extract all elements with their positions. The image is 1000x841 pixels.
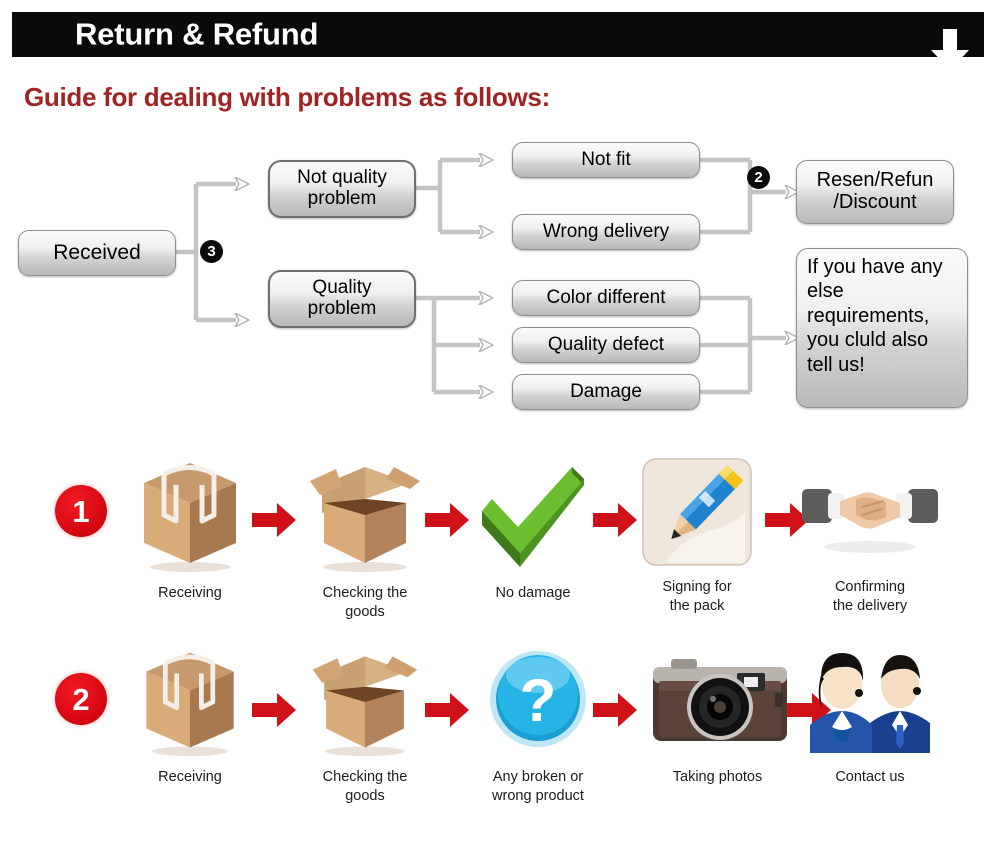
step-caption: Any broken or wrong product [492, 769, 584, 804]
step-caption: Receiving [158, 769, 222, 785]
process-step-no-damage: No damage [468, 455, 598, 603]
red-right-arrow-icon [593, 693, 637, 727]
red-right-arrow-icon [252, 693, 296, 727]
flow-box-quality-problem: Quality problem [268, 270, 416, 328]
process-step-taking-photos: Taking photos [645, 645, 790, 787]
row-badge-2: 2 [55, 673, 107, 725]
red-right-arrow-icon [425, 503, 469, 537]
closed-box-icon [146, 652, 234, 757]
closed-box-icon [144, 463, 236, 572]
process-step-broken-or-wrong: ? Any broken or wrong product [468, 645, 608, 805]
process-row-2: 2 Receiving Checking the goods ? Any bro… [0, 645, 1000, 835]
red-right-arrow-icon [252, 503, 296, 537]
flow-box-quality-defect: Quality defect [512, 327, 700, 363]
process-step-receiving: Receiving [125, 645, 255, 787]
process-step-receiving: Receiving [125, 455, 255, 603]
flow-box-not-fit: Not fit [512, 142, 700, 178]
support-agents-icon [810, 653, 930, 753]
process-step-signing: Signing for the pack [632, 455, 762, 615]
row-badge-1: 1 [55, 485, 107, 537]
step-caption: Signing for the pack [662, 579, 732, 614]
badge-branch-three: 3 [200, 240, 223, 263]
flow-box-not-quality-problem: Not quality problem [268, 160, 416, 218]
step-caption: Taking photos [672, 769, 763, 785]
step-caption: Receiving [158, 585, 222, 601]
return-refund-infographic: Return & Refund Guide for dealing with p… [0, 0, 1000, 841]
returns-flowchart: Received 3 Not quality problem Quality p… [0, 130, 1000, 430]
red-right-arrow-icon [425, 693, 469, 727]
process-row-1: 1 Receiving Checking the goods No damage… [0, 455, 1000, 640]
flow-box-color-different: Color different [512, 280, 700, 316]
handshake-icon [802, 489, 938, 553]
process-step-checking-goods: Checking the goods [300, 645, 430, 805]
flow-box-resend-refund-discount: Resen/Refun /Discount [796, 160, 954, 224]
svg-text:?: ? [520, 667, 557, 734]
page-title: Return & Refund [75, 15, 319, 51]
step-caption: Checking the goods [322, 769, 408, 804]
process-step-contact-us: Contact us [800, 645, 940, 787]
step-caption: Contact us [835, 769, 905, 785]
red-right-arrow-icon [593, 503, 637, 537]
flow-box-received: Received [18, 230, 176, 276]
flow-box-damage: Damage [512, 374, 700, 410]
open-box-icon [310, 467, 420, 572]
green-checkmark-icon [482, 467, 584, 567]
header-bar: Return & Refund [12, 12, 984, 70]
flow-box-note: If you have any else requirements, you c… [796, 248, 968, 408]
guide-heading: Guide for dealing with problems as follo… [24, 82, 550, 112]
step-caption: No damage [495, 585, 571, 601]
process-step-confirming-delivery: Confirming the delivery [800, 455, 940, 615]
badge-branch-two: 2 [747, 166, 770, 189]
process-step-checking-goods: Checking the goods [300, 455, 430, 621]
open-box-icon [312, 656, 418, 757]
step-caption: Checking the goods [322, 585, 408, 620]
question-mark-icon: ? [490, 651, 586, 747]
camera-icon [653, 659, 787, 741]
step-caption: Confirming the delivery [832, 579, 908, 614]
down-arrow-icon [931, 29, 969, 70]
flow-box-wrong-delivery: Wrong delivery [512, 214, 700, 250]
pencil-signing-icon [642, 458, 752, 566]
